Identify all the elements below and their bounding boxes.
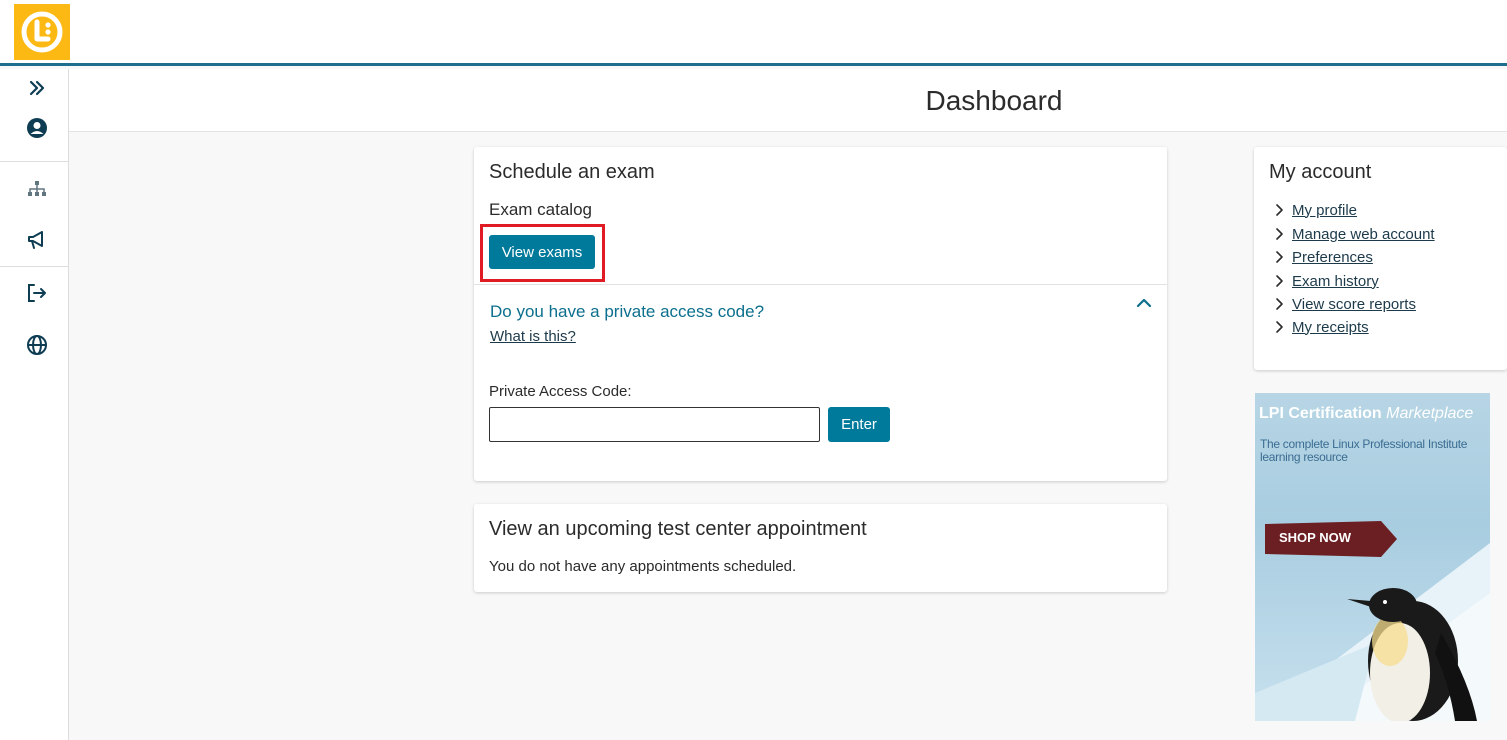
expand-chevrons-icon[interactable]	[22, 73, 52, 103]
manage-web-account-link[interactable]: Manage web account	[1292, 226, 1435, 243]
account-link-item[interactable]: My profile	[1272, 200, 1357, 220]
rail-divider	[0, 266, 68, 267]
account-link-item[interactable]: View score reports	[1272, 294, 1416, 314]
account-link-item[interactable]: Exam history	[1272, 271, 1379, 291]
rail-divider	[0, 161, 68, 162]
exam-catalog-label: Exam catalog	[489, 200, 592, 219]
chevron-right-icon	[1276, 321, 1283, 333]
chevron-right-icon	[1276, 275, 1283, 287]
account-link-item[interactable]: Manage web account	[1272, 224, 1435, 244]
preferences-link[interactable]: Preferences	[1292, 249, 1373, 266]
marketplace-ad-banner[interactable]: LPI Certification Marketplace The comple…	[1255, 393, 1490, 721]
appointment-card: View an upcoming test center appointment…	[474, 504, 1167, 592]
globe-icon[interactable]	[22, 330, 52, 360]
chevron-right-icon	[1276, 204, 1283, 216]
exam-history-link[interactable]: Exam history	[1292, 273, 1379, 290]
ad-subtitle: The complete Linux Professional Institut…	[1260, 437, 1468, 464]
user-circle-icon[interactable]	[22, 113, 52, 143]
shop-now-button[interactable]: SHOP NOW	[1279, 530, 1351, 545]
top-header	[0, 0, 1507, 66]
side-nav-rail	[0, 69, 69, 740]
ad-title-bold: LPI Certification	[1259, 405, 1382, 422]
chevron-right-icon	[1276, 228, 1283, 240]
private-code-label: Private Access Code:	[489, 383, 632, 400]
card-divider	[474, 284, 1167, 285]
chevron-right-icon	[1276, 298, 1283, 310]
my-profile-link[interactable]: My profile	[1292, 202, 1357, 219]
private-code-toggle[interactable]: Do you have a private access code?	[490, 302, 764, 322]
appointment-title: View an upcoming test center appointment	[489, 518, 867, 540]
schedule-exam-title: Schedule an exam	[489, 161, 655, 183]
page-title: Dashboard	[925, 85, 1063, 116]
ad-title: LPI Certification Marketplace	[1259, 405, 1473, 423]
sitemap-icon[interactable]	[22, 174, 52, 204]
page-header: Dashboard	[69, 69, 1507, 132]
view-score-reports-link[interactable]: View score reports	[1292, 296, 1416, 313]
my-account-card: My account My profile Manage web account…	[1254, 147, 1507, 370]
megaphone-icon[interactable]	[22, 225, 52, 255]
account-link-item[interactable]: My receipts	[1272, 317, 1369, 337]
private-code-input[interactable]	[489, 407, 820, 442]
view-exams-button[interactable]: View exams	[489, 235, 595, 269]
lpi-logo-icon[interactable]	[14, 4, 70, 60]
what-is-this-link[interactable]: What is this?	[490, 328, 576, 345]
ad-title-italic: Marketplace	[1386, 405, 1474, 422]
schedule-exam-card: Schedule an exam Exam catalog View exams…	[474, 147, 1167, 481]
chevron-right-icon	[1276, 251, 1283, 263]
account-link-item[interactable]: Preferences	[1272, 247, 1373, 267]
chevron-up-icon[interactable]	[1136, 295, 1152, 311]
appointment-message: You do not have any appointments schedul…	[489, 558, 797, 575]
enter-button[interactable]: Enter	[828, 407, 890, 442]
sign-out-icon[interactable]	[22, 278, 52, 308]
my-account-title: My account	[1269, 161, 1372, 183]
my-receipts-link[interactable]: My receipts	[1292, 319, 1369, 336]
